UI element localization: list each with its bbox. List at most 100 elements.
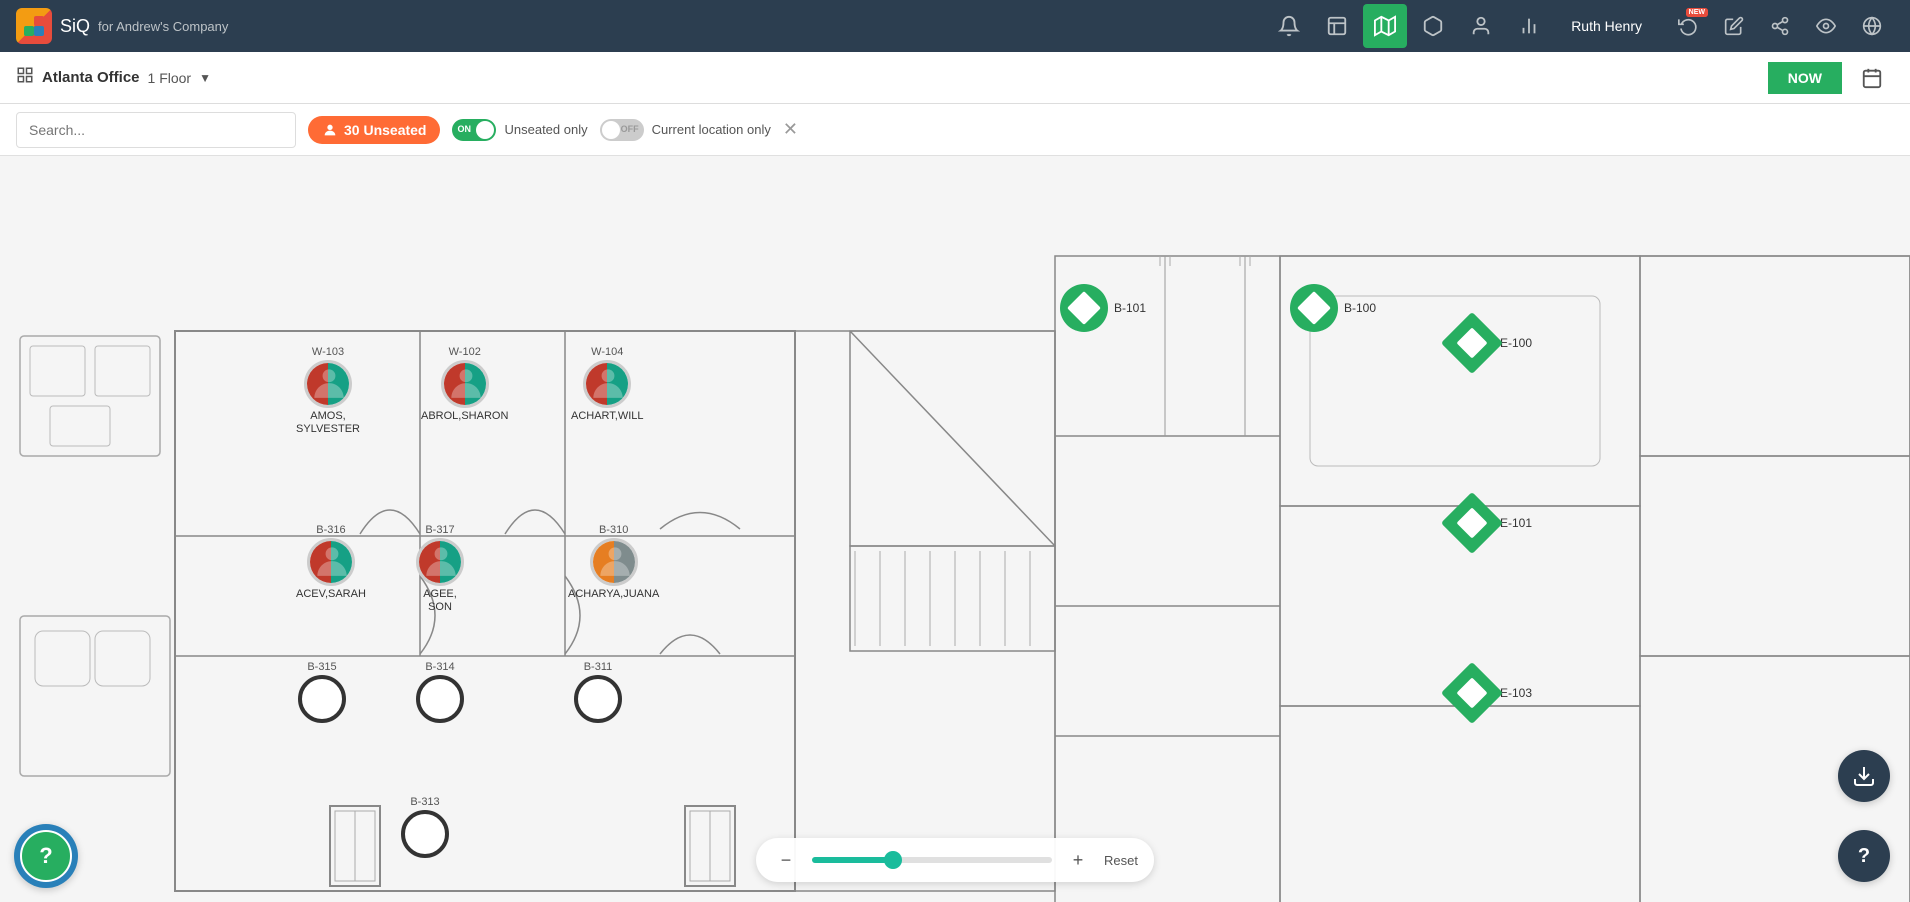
current-location-label: Current location only xyxy=(652,122,771,137)
room-marker-b100[interactable]: B-100 xyxy=(1290,284,1376,332)
toggle-on-text: ON xyxy=(457,124,471,134)
person-svg xyxy=(586,363,630,407)
sub-nav: Atlanta Office 1 Floor ▼ NOW xyxy=(0,52,1910,104)
empty-seat-ring xyxy=(416,675,464,723)
seat-marker-w-102[interactable]: W-102 ABROL,SHARON xyxy=(421,346,508,423)
room-label-e100: E-100 xyxy=(1500,336,1532,350)
person-circle xyxy=(304,360,352,408)
seat-name-b-317: AGEE, SON xyxy=(423,588,457,614)
help-icon: ? xyxy=(39,843,52,869)
person-circle xyxy=(307,538,355,586)
building-sub-icon xyxy=(16,66,34,89)
seat-name-w-103: AMOS, SYLVESTER xyxy=(296,410,360,436)
map-nav-icon[interactable] xyxy=(1363,4,1407,48)
toggle-knob-2 xyxy=(602,121,620,139)
search-input[interactable] xyxy=(16,112,296,148)
map-container: W-103AMOS, SYLVESTERW-102ABROL,SHARONW-1… xyxy=(0,156,1910,902)
share-icon[interactable] xyxy=(1758,4,1802,48)
room-circle-b101 xyxy=(1060,284,1108,332)
alert-nav-icon[interactable] xyxy=(1267,4,1311,48)
view-icon[interactable] xyxy=(1804,4,1848,48)
logo-area: SiQ for Andrew's Company xyxy=(16,8,1255,44)
seat-marker-b-316[interactable]: B-316 ACEV,SARAH xyxy=(296,524,366,601)
nav-icons xyxy=(1267,4,1551,48)
new-feature-icon[interactable]: NEW xyxy=(1666,4,1710,48)
seat-marker-b-315[interactable]: B-315 xyxy=(298,661,346,723)
seat-marker-b-317[interactable]: B-317 AGEE, SON xyxy=(416,524,464,614)
seat-marker-b-313[interactable]: B-313 xyxy=(401,796,449,858)
toggle-knob xyxy=(476,121,494,139)
support-icon: ? xyxy=(1858,845,1870,868)
person-circle xyxy=(583,360,631,408)
seat-marker-w-103[interactable]: W-103 AMOS, SYLVESTER xyxy=(296,346,360,436)
floor-plan-svg xyxy=(0,156,1910,902)
person-svg xyxy=(444,363,488,407)
seat-id-b-313: B-313 xyxy=(410,796,439,808)
chart-nav-icon[interactable] xyxy=(1507,4,1551,48)
toggle-off-text: OFF xyxy=(621,124,639,134)
zoom-handle[interactable] xyxy=(884,851,902,869)
person-svg xyxy=(593,541,637,585)
person-svg xyxy=(307,363,351,407)
download-button[interactable] xyxy=(1838,750,1890,802)
person-circle xyxy=(416,538,464,586)
sub-nav-left: Atlanta Office 1 Floor ▼ xyxy=(16,66,1760,89)
zoom-minus-button[interactable]: − xyxy=(772,846,800,874)
seat-id-b-311: B-311 xyxy=(584,661,613,673)
edit-icon[interactable] xyxy=(1712,4,1756,48)
app-name: SiQ xyxy=(60,16,90,37)
box-nav-icon[interactable] xyxy=(1411,4,1455,48)
person-nav-icon[interactable] xyxy=(1459,4,1503,48)
seat-name-b-310: ACHARYA,JUANA xyxy=(568,588,659,601)
current-location-toggle[interactable]: OFF xyxy=(600,119,644,141)
office-name: Atlanta Office xyxy=(42,69,140,86)
room-label-b100: B-100 xyxy=(1344,301,1376,315)
seat-name-b-316: ACEV,SARAH xyxy=(296,588,366,601)
top-nav: SiQ for Andrew's Company Ruth Henry NEW xyxy=(0,0,1910,52)
zoom-slider[interactable] xyxy=(812,857,1052,863)
floor-label: 1 Floor xyxy=(148,70,192,86)
logo-icon xyxy=(16,8,52,44)
room-label-b101: B-101 xyxy=(1114,301,1146,315)
room-diamond-e100 xyxy=(1441,312,1503,374)
unseated-only-toggle-group: ON Unseated only xyxy=(452,119,587,141)
seat-id-b-317: B-317 xyxy=(425,524,454,536)
seat-id-w-102: W-102 xyxy=(449,346,481,358)
help-button[interactable]: ? xyxy=(14,824,78,888)
support-button[interactable]: ? xyxy=(1838,830,1890,882)
now-button[interactable]: NOW xyxy=(1768,62,1842,94)
room-marker-e100[interactable]: E-100 xyxy=(1450,321,1532,365)
globe-icon[interactable] xyxy=(1850,4,1894,48)
seat-marker-b-311[interactable]: B-311 xyxy=(574,661,622,723)
unseated-badge[interactable]: 30 Unseated xyxy=(308,116,440,144)
help-inner: ? xyxy=(20,830,72,882)
seat-name-w-104: ACHART,WILL xyxy=(571,410,644,423)
filter-close-button[interactable]: ✕ xyxy=(783,119,798,140)
floor-dropdown[interactable]: ▼ xyxy=(199,71,211,85)
room-marker-e101[interactable]: E-101 xyxy=(1450,501,1532,545)
company-label: for Andrew's Company xyxy=(98,19,228,34)
person-circle xyxy=(441,360,489,408)
person-svg xyxy=(310,541,354,585)
zoom-bar: − + Reset xyxy=(756,838,1154,882)
unseated-only-toggle[interactable]: ON xyxy=(452,119,496,141)
seat-marker-w-104[interactable]: W-104ACHART,WILL xyxy=(571,346,644,423)
empty-seat-ring xyxy=(298,675,346,723)
seat-marker-b-310[interactable]: B-310ACHARYA,JUANA xyxy=(568,524,659,601)
person-svg xyxy=(419,541,463,585)
person-circle xyxy=(590,538,638,586)
seat-id-w-103: W-103 xyxy=(312,346,344,358)
room-marker-b101[interactable]: B-101 xyxy=(1060,284,1146,332)
building-nav-icon[interactable] xyxy=(1315,4,1359,48)
seat-marker-b-314[interactable]: B-314 xyxy=(416,661,464,723)
calendar-button[interactable] xyxy=(1850,56,1894,100)
zoom-filled xyxy=(812,857,892,863)
seat-name-w-102: ABROL,SHARON xyxy=(421,410,508,423)
seat-id-b-316: B-316 xyxy=(316,524,345,536)
zoom-reset-button[interactable]: Reset xyxy=(1104,853,1138,868)
room-marker-e103[interactable]: E-103 xyxy=(1450,671,1532,715)
room-diamond-e103 xyxy=(1441,662,1503,724)
user-name: Ruth Henry xyxy=(1571,18,1642,34)
room-label-e101: E-101 xyxy=(1500,516,1532,530)
zoom-plus-button[interactable]: + xyxy=(1064,846,1092,874)
